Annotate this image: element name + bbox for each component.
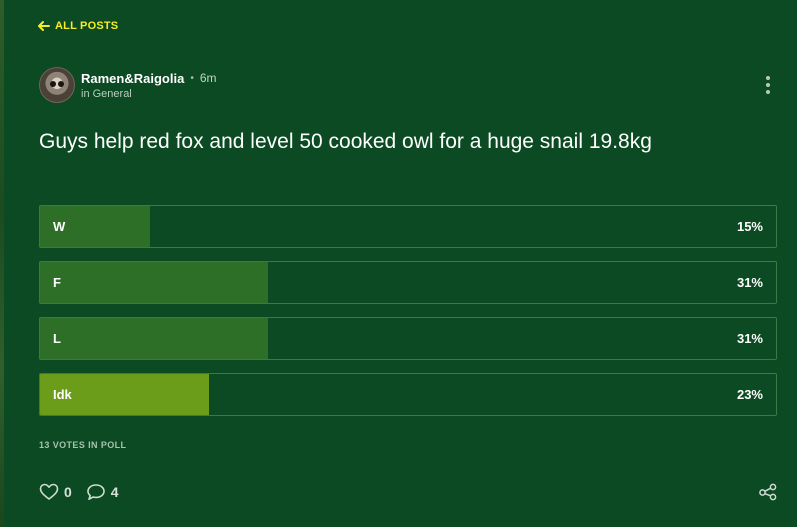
left-edge-strip [0, 0, 4, 527]
poll-option-label: W [53, 219, 66, 234]
all-posts-label[interactable]: ALL POSTS [55, 20, 118, 32]
post-header: Ramen&Raigolia • 6m in General [39, 67, 217, 103]
poll-option-percent: 31% [736, 275, 763, 290]
poll-bar-fill [40, 318, 269, 359]
more-options-button[interactable] [760, 74, 776, 96]
post-category[interactable]: in General [81, 88, 217, 100]
post-time: 6m [199, 71, 217, 85]
poll-option-f[interactable]: F 31% [39, 261, 777, 304]
poll-option-label: F [53, 275, 61, 290]
avatar[interactable] [39, 67, 75, 103]
post-actions: 0 4 [39, 483, 119, 501]
more-vertical-icon [766, 76, 770, 80]
poll-bar-fill [40, 262, 269, 303]
poll-vote-count: 13 VOTES IN POLL [39, 440, 127, 450]
all-posts-link[interactable]: ALL POSTS [38, 20, 118, 32]
comment-icon [86, 484, 105, 500]
comment-count: 4 [110, 484, 119, 500]
comment-button[interactable]: 4 [86, 483, 119, 501]
share-icon [759, 483, 777, 501]
poll-option-percent: 15% [736, 219, 763, 234]
poll-option-idk[interactable]: Idk 23% [39, 373, 777, 416]
like-count: 0 [64, 484, 72, 500]
poll-option-percent: 31% [736, 331, 763, 346]
author-name[interactable]: Ramen&Raigolia [81, 71, 184, 86]
poll-option-label: Idk [53, 387, 72, 402]
poll-option-label: L [53, 331, 61, 346]
meta-separator: • [190, 72, 194, 84]
share-button[interactable] [758, 483, 778, 506]
arrow-left-icon [38, 21, 50, 31]
poll-option-w[interactable]: W 15% [39, 205, 777, 248]
poll: W 15% F 31% L 31% Idk 23% [39, 205, 777, 429]
post-title: Guys help red fox and level 50 cooked ow… [39, 130, 652, 153]
heart-icon [39, 483, 59, 500]
post-meta: Ramen&Raigolia • 6m in General [81, 71, 217, 100]
like-button[interactable]: 0 [39, 483, 72, 501]
poll-option-percent: 23% [736, 387, 763, 402]
poll-option-l[interactable]: L 31% [39, 317, 777, 360]
